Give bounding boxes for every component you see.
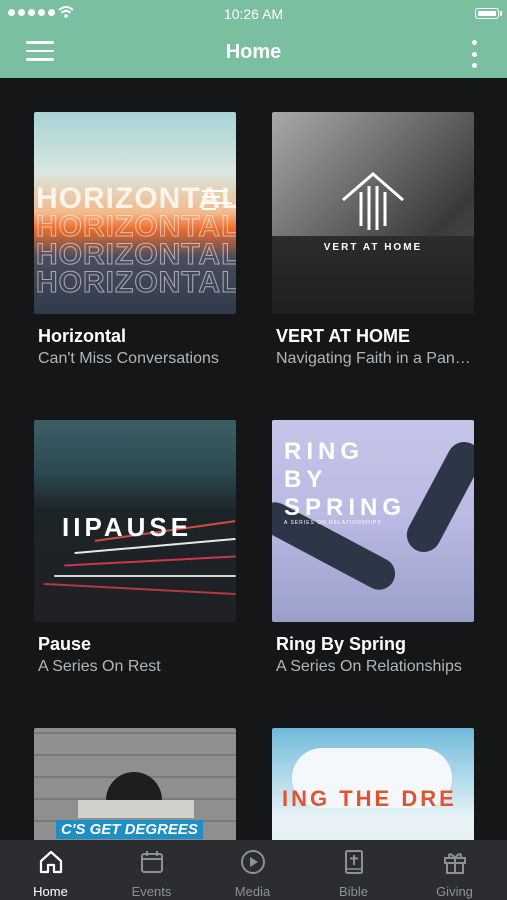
page-title: Home <box>225 41 282 63</box>
calendar-icon <box>141 851 163 873</box>
series-artwork: RING BY SPRING A SERIES ON RELATIONSHIPS <box>272 420 474 622</box>
bible-icon <box>345 850 363 874</box>
series-subtitle: A Series On Rest <box>38 658 161 675</box>
more-options-button[interactable] <box>469 40 479 68</box>
series-card-degrees[interactable]: C'S GET DEGREES <box>34 728 236 840</box>
battery-icon <box>475 8 502 19</box>
series-artwork: IIPAUSE <box>34 420 236 622</box>
series-artwork: VERT AT HOME <box>272 112 474 314</box>
series-subtitle: Navigating Faith in a Pandemic <box>276 350 474 367</box>
gift-icon <box>444 853 466 874</box>
tab-home[interactable]: Home <box>0 840 101 900</box>
app-bar: Home <box>0 28 507 78</box>
series-card-vert-at-home[interactable]: VERT AT HOME VERT AT HOME Navigating Fai… <box>272 112 474 368</box>
home-icon <box>39 850 63 874</box>
series-title: Pause <box>38 634 92 654</box>
artwork-subtext: A SERIES ON RELATIONSHIPS <box>284 520 382 526</box>
status-bar: 10:26 AM <box>0 0 507 28</box>
more-vertical-icon <box>471 40 477 45</box>
tab-giving[interactable]: Giving <box>404 840 505 900</box>
tab-label: Giving <box>436 884 473 899</box>
play-circle-icon <box>241 850 265 874</box>
series-artwork: ING THE DRE <box>272 728 474 840</box>
series-subtitle: Can't Miss Conversations <box>38 350 219 367</box>
tab-label: Media <box>234 884 271 899</box>
series-card-ring-by-spring[interactable]: RING BY SPRING A SERIES ON RELATIONSHIPS… <box>272 420 474 676</box>
tab-bible[interactable]: Bible <box>303 840 404 900</box>
series-title: Horizontal <box>38 326 126 346</box>
artwork-text: IIPAUSE <box>62 512 193 542</box>
series-card-horizontal[interactable]: HORIZONTAL HORIZONTAL HORIZONTAL HORIZON… <box>34 112 236 368</box>
artwork-text: VERT AT HOME <box>323 242 423 253</box>
series-artwork: HORIZONTAL HORIZONTAL HORIZONTAL HORIZON… <box>34 112 236 314</box>
series-artwork: C'S GET DEGREES <box>34 728 236 840</box>
artwork-text: ING THE DRE <box>282 786 457 811</box>
status-time: 10:26 AM <box>223 6 284 22</box>
lines-icon <box>202 190 232 214</box>
artwork-text: RING <box>284 438 364 465</box>
tab-label: Home <box>33 884 68 899</box>
tab-label: Events <box>131 884 172 899</box>
series-title: Ring By Spring <box>276 634 406 654</box>
series-title: VERT AT HOME <box>276 326 410 346</box>
series-subtitle: A Series On Relationships <box>276 658 462 675</box>
artwork-text: SPRING <box>284 494 407 521</box>
artwork-text: C'S GET DEGREES <box>56 820 203 839</box>
bottom-tab-bar: Home Events Media Bible Giving <box>0 840 507 900</box>
series-card-pause[interactable]: IIPAUSE Pause A Series On Rest <box>34 420 236 676</box>
tab-media[interactable]: Media <box>202 840 303 900</box>
tab-events[interactable]: Events <box>101 840 202 900</box>
tab-label: Bible <box>339 884 368 899</box>
house-logo-icon <box>342 172 404 230</box>
series-grid: HORIZONTAL HORIZONTAL HORIZONTAL HORIZON… <box>0 78 507 840</box>
series-card-dream[interactable]: ING THE DRE <box>272 728 474 840</box>
artwork-text: BY <box>284 466 328 493</box>
